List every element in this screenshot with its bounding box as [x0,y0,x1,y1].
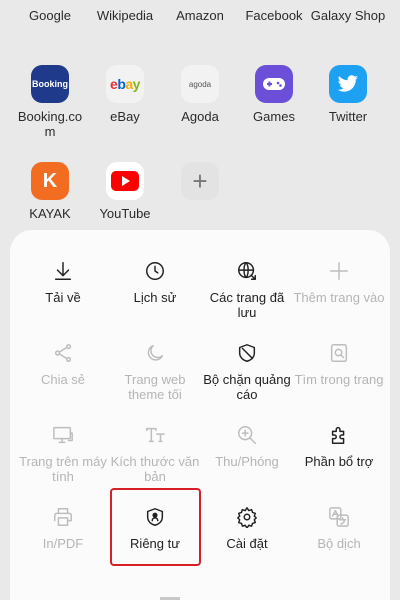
privacy-highlight-box [110,488,201,566]
share-icon [54,344,72,362]
menu-label: Cài đặt [226,536,268,551]
printer-icon [54,508,72,526]
menu-dark-theme[interactable]: Trang web theme tối [109,342,201,424]
menu-label: Trang web theme tối [124,372,186,402]
shortcut-label: KAYAK [29,206,71,221]
gamepad-icon [255,65,293,103]
menu-print-pdf[interactable]: In/PDF [17,506,109,588]
menu-ad-blocker[interactable]: Bộ chặn quảng cáo [201,342,293,424]
shortcut-wikipedia[interactable]: Wikipedia [85,8,165,23]
shortcut-games[interactable]: Games [234,65,314,124]
menu-saved-pages[interactable]: Các trang đã lưu [201,260,293,342]
shortcut-booking[interactable]: Booking Booking.co m [10,65,90,139]
top-shortcut-row: Google Wikipedia Amazon Facebook Galaxy … [0,0,400,30]
menu-settings[interactable]: Cài đặt [201,506,293,588]
menu-zoom[interactable]: Thu/Phóng [201,424,293,506]
menu-label: Kích thước văn bản [110,454,200,484]
menu-add-page[interactable]: Thêm trang vào [293,260,385,342]
shortcut-label: Games [253,109,295,124]
text-size-icon [146,427,165,443]
shortcut-twitter[interactable]: Twitter [308,65,388,124]
kayak-logo-icon: K [31,162,69,200]
clock-icon [146,262,164,280]
puzzle-icon [331,426,345,444]
agoda-logo-icon: agoda [181,65,219,103]
add-shortcut-button[interactable]: + [160,162,240,200]
download-icon [54,262,72,280]
more-menu-sheet: Tải về Lịch sử Các trang đã lưu Thêm tra… [10,230,390,600]
shortcut-ebay[interactable]: ebay eBay [85,65,165,124]
shortcut-label: eBay [110,109,140,124]
shortcut-galaxy-shop[interactable]: Galaxy Shop [308,8,388,23]
youtube-logo-icon [106,162,144,200]
twitter-bird-icon [329,65,367,103]
shortcut-facebook[interactable]: Facebook [234,8,314,23]
shortcut-youtube[interactable]: YouTube [85,162,165,221]
ebay-logo-icon: ebay [106,65,144,103]
menu-downloads[interactable]: Tải về [17,260,109,342]
menu-label: Bộ chặn quảng cáo [203,372,291,402]
shortcut-label: Agoda [181,109,219,124]
menu-label: Trang trên máy tính [19,454,107,484]
menu-label: Chia sẻ [40,372,86,387]
shortcuts-area: Google Wikipedia Amazon Facebook Galaxy … [0,0,400,232]
shortcut-label: Twitter [328,109,368,124]
menu-share[interactable]: Chia sẻ [17,342,109,424]
menu-label: Tìm trong trang [294,372,384,387]
plus-icon [330,262,348,280]
menu-label: In/PDF [42,536,84,551]
menu-find-in-page[interactable]: Tìm trong trang [293,342,385,424]
menu-label: Thu/Phóng [215,454,279,469]
menu-history[interactable]: Lịch sử [109,260,201,342]
add-shortcut-icon: + [181,162,219,200]
menu-add-ons[interactable]: Phần bổ trợ [293,424,385,506]
gear-icon [237,507,257,528]
moon-icon [147,344,164,361]
menu-label: Tải về [45,290,81,305]
menu-desktop-site[interactable]: Trang trên máy tính [17,424,109,506]
shortcut-agoda[interactable]: agoda Agoda [160,65,240,124]
translate-icon [329,507,349,527]
menu-label: Phần bổ trợ [304,454,374,469]
find-in-page-icon [330,344,348,362]
shortcut-label: Booking.co m [17,109,83,139]
shortcut-google[interactable]: Google [10,8,90,23]
shortcut-amazon[interactable]: Amazon [160,8,240,23]
saved-pages-icon [238,262,256,280]
shield-icon [238,344,256,362]
shortcut-kayak[interactable]: K KAYAK [10,162,90,221]
booking-logo-icon: Booking [31,65,69,103]
menu-label: Bộ dịch [317,536,361,551]
menu-translator[interactable]: Bộ dịch [293,506,385,588]
menu-label: Thêm trang vào [293,290,385,305]
shortcut-label: YouTube [99,206,151,221]
desktop-icon [53,426,73,444]
menu-label: Lịch sử [133,290,177,305]
menu-label: Các trang đã lưu [209,290,285,320]
zoom-icon [238,426,256,444]
